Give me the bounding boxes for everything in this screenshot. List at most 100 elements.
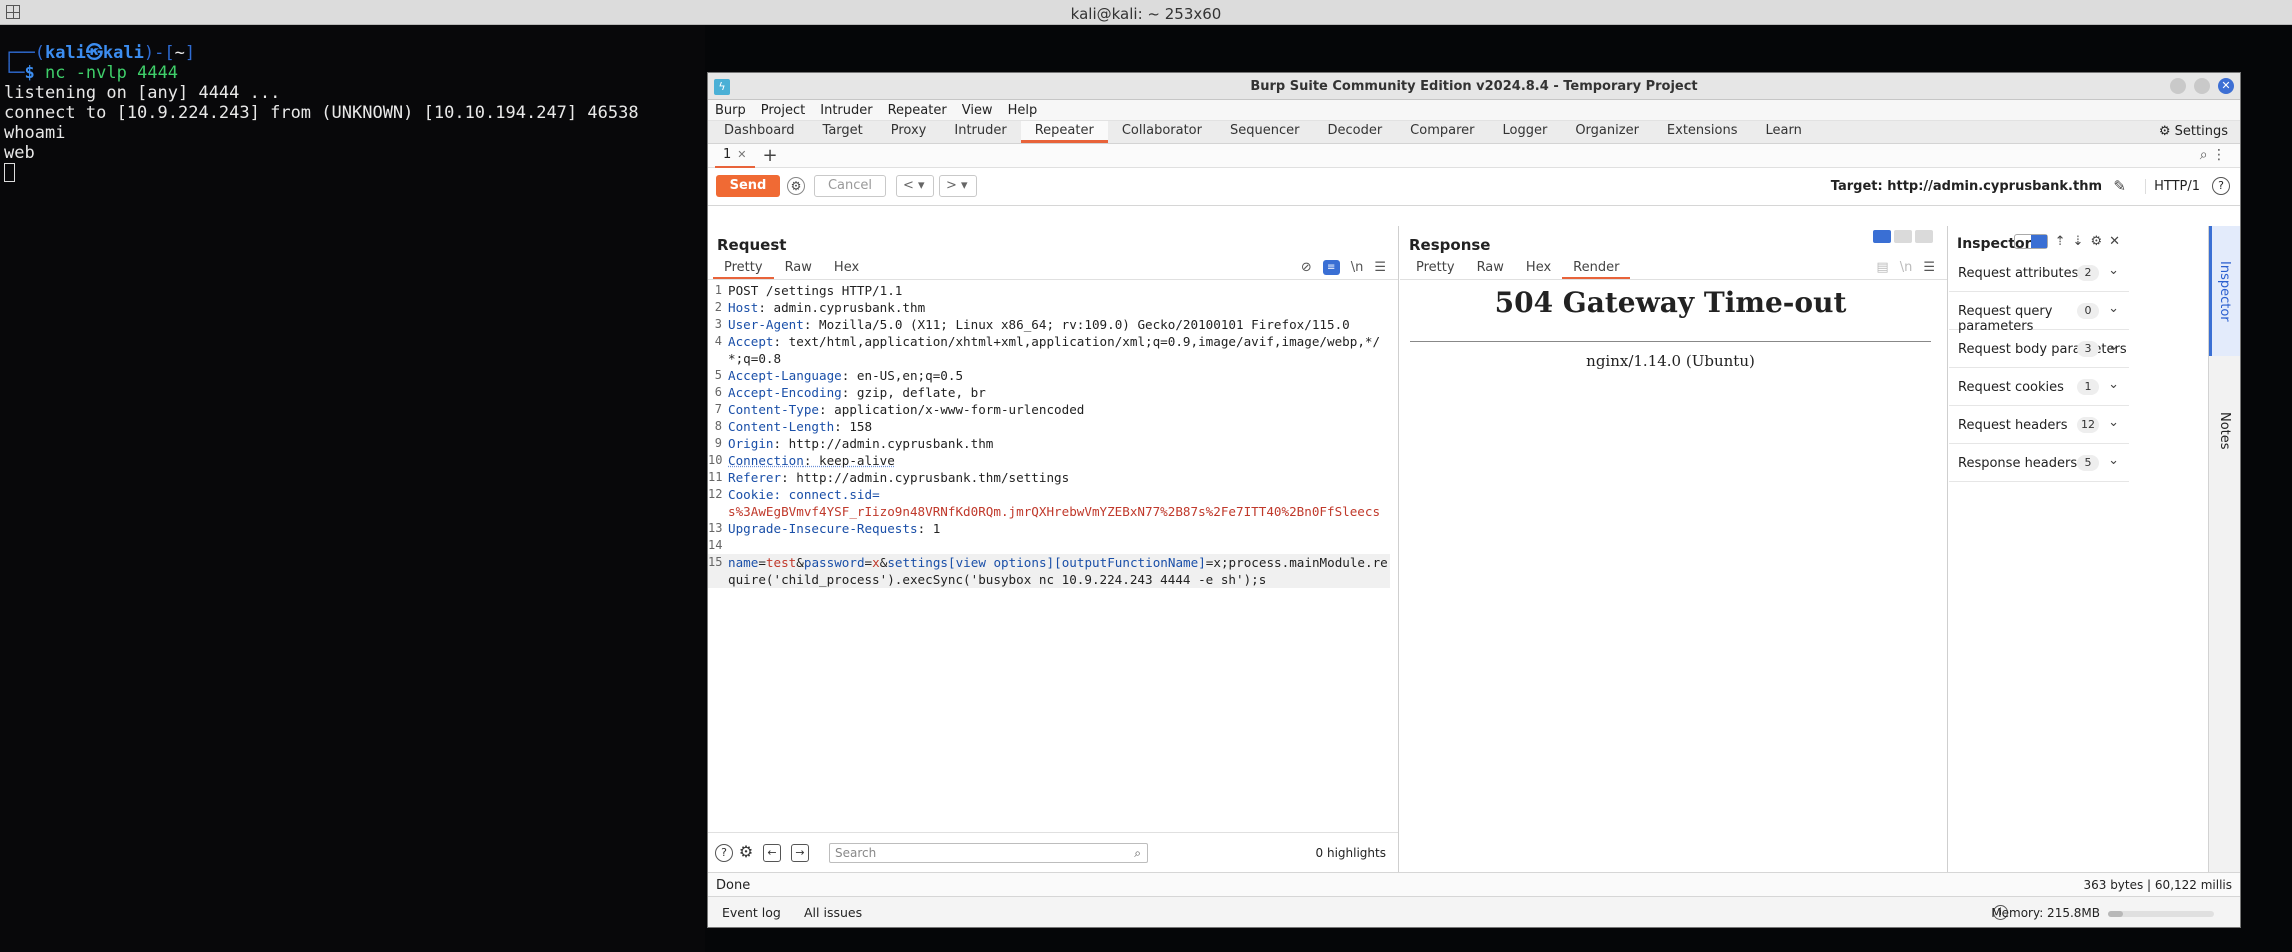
cookie-value: s%3AwEgBVmvf4YSF_rIizo9n48VRNfKd0RQm.jmr… <box>728 504 1381 519</box>
settings-button[interactable]: ⚙ Settings <box>2159 124 2228 139</box>
cancel-button[interactable]: Cancel <box>814 175 886 197</box>
chevron-down-icon: ⌄ <box>2108 263 2119 278</box>
tab-organizer[interactable]: Organizer <box>1561 121 1653 143</box>
tab-sequencer[interactable]: Sequencer <box>1216 121 1313 143</box>
all-issues-link[interactable]: All issues <box>804 905 862 920</box>
expand-all-icon[interactable]: ⇡ <box>2055 234 2066 249</box>
menu-icon[interactable]: ☰ <box>1374 260 1386 275</box>
menu-burp[interactable]: Burp <box>715 103 746 118</box>
gear-icon[interactable]: ⚙ <box>2090 234 2102 249</box>
terminal-cursor <box>4 163 15 182</box>
tab-collaborator[interactable]: Collaborator <box>1108 121 1216 143</box>
chevron-down-icon: ⌄ <box>2108 301 2119 316</box>
collapse-all-icon[interactable]: ⇣ <box>2073 234 2084 249</box>
inspector-row-query-parameters[interactable]: Request query parameters 0 ⌄ <box>1949 292 2129 334</box>
menu-intruder[interactable]: Intruder <box>820 103 872 118</box>
back-history-button[interactable]: < ▾ <box>896 175 934 197</box>
request-line: 6 Accept-Encoding: gzip, deflate, br <box>714 385 986 400</box>
close-icon[interactable]: ✕ <box>2109 234 2120 249</box>
tab-pretty[interactable]: Pretty <box>713 259 774 279</box>
search-input[interactable]: Search ⌕ <box>829 843 1148 863</box>
menu-project[interactable]: Project <box>761 103 805 118</box>
inspector-row-request-attributes[interactable]: Request attributes 2 ⌄ <box>1949 254 2129 292</box>
tab-raw[interactable]: Raw <box>774 259 823 279</box>
prompt-user: kali <box>44 43 86 63</box>
send-button[interactable]: Send <box>716 175 780 197</box>
memory-bar <box>2108 911 2214 917</box>
close-tab-icon[interactable]: ✕ <box>737 148 746 161</box>
tab-pretty[interactable]: Pretty <box>1405 259 1466 279</box>
request-panel: Request Pretty Raw Hex ⊘ ≡ \n ☰ 1 POST /s… <box>708 226 1399 872</box>
add-tab-icon[interactable]: + <box>763 145 778 166</box>
side-tab-inspector[interactable]: Inspector <box>2209 226 2240 356</box>
menu-help[interactable]: Help <box>1008 103 1038 118</box>
request-line: 1 POST /settings HTTP/1.1 <box>714 283 903 298</box>
response-view-tabs: Pretty Raw Hex Render <box>1405 259 1631 279</box>
gear-icon[interactable]: ⚙ <box>737 844 755 862</box>
tab-logger[interactable]: Logger <box>1489 121 1562 143</box>
back-arrow-icon[interactable]: ← <box>763 844 781 862</box>
repeater-tab-1[interactable]: 1 ✕ <box>715 144 755 168</box>
close-icon[interactable]: ✕ <box>2218 78 2234 94</box>
newline-icon: \n <box>1899 260 1913 275</box>
menu-icon[interactable]: ☰ <box>1923 260 1935 275</box>
wrap-lines-icon[interactable]: ≡ <box>1322 260 1340 275</box>
tab-intruder[interactable]: Intruder <box>940 121 1020 143</box>
side-tab-notes[interactable]: Notes <box>2209 376 2240 486</box>
http-version-label[interactable]: HTTP/1 <box>2145 179 2200 194</box>
highlights-count: 0 highlights <box>1315 846 1386 860</box>
help-icon[interactable]: ? <box>2212 177 2230 195</box>
tab-learn[interactable]: Learn <box>1752 121 1816 143</box>
menu-repeater[interactable]: Repeater <box>888 103 947 118</box>
side-tabs: Inspector Notes <box>2208 226 2240 872</box>
maximize-icon[interactable] <box>2194 78 2210 94</box>
terminal-title: kali@kali: ~ 253x60 <box>1070 5 1222 23</box>
inspector-controls: ⇡ ⇣ ⚙ ✕ <box>2013 234 2120 249</box>
forward-history-button[interactable]: > ▾ <box>939 175 977 197</box>
search-icon[interactable]: ⌕ ⋮ <box>2200 147 2226 163</box>
tab-target[interactable]: Target <box>809 121 877 143</box>
inspector-row-response-headers[interactable]: Response headers 5 ⌄ <box>1949 444 2129 482</box>
inspector-row-request-headers[interactable]: Request headers 12 ⌄ <box>1949 406 2129 444</box>
inspector-layout-toggle[interactable] <box>2013 234 2048 249</box>
tab-decoder[interactable]: Decoder <box>1313 121 1396 143</box>
tab-dashboard[interactable]: Dashboard <box>710 121 809 143</box>
menu-view[interactable]: View <box>962 103 993 118</box>
tab-raw[interactable]: Raw <box>1466 259 1515 279</box>
newline-icon[interactable]: \n <box>1351 260 1364 275</box>
tab-proxy[interactable]: Proxy <box>877 121 941 143</box>
help-icon[interactable]: ? <box>715 844 733 862</box>
tab-hex[interactable]: Hex <box>823 259 870 279</box>
tabs-layout-icon[interactable] <box>1915 230 1933 243</box>
edit-target-icon[interactable]: ✎ <box>2113 177 2126 195</box>
tab-extensions[interactable]: Extensions <box>1653 121 1752 143</box>
event-log-link[interactable]: Event log <box>722 905 781 920</box>
tab-hex[interactable]: Hex <box>1515 259 1562 279</box>
request-line: 12 Cookie: connect.sid= s%3AwEgBVmvf4YSF_r… <box>708 487 1381 519</box>
tab-comparer[interactable]: Comparer <box>1396 121 1488 143</box>
request-editor[interactable]: 1 POST /settings HTTP/1.1 2 Host: admin.cy… <box>708 282 1390 832</box>
response-view-options: ▤ \n ☰ <box>1876 260 1935 275</box>
send-settings-icon[interactable]: ⚙ <box>787 177 805 195</box>
request-body: name=test&password=x&settings[view optio… <box>728 555 1388 587</box>
split-vertical-icon[interactable] <box>1894 230 1912 243</box>
tab-repeater[interactable]: Repeater <box>1020 121 1108 143</box>
burp-title: Burp Suite Community Edition v2024.8.4 -… <box>1250 79 1698 94</box>
terminal-pane[interactable]: ┌──(kali㉿kali)-[~] └─$ nc -nvlp 4444 lis… <box>0 25 705 952</box>
request-line: 11 Referer: http://admin.cyprusbank.thm/s… <box>708 470 1070 485</box>
request-line: 13 Upgrade-Insecure-Requests: 1 <box>708 521 941 536</box>
forward-arrow-icon[interactable]: → <box>791 844 809 862</box>
terminal-cursor-line <box>0 163 705 183</box>
hide-nonprintable-icon[interactable]: ⊘ <box>1301 260 1312 275</box>
prompt-host: kali <box>102 43 144 63</box>
inspector-row-body-parameters[interactable]: Request body parameters 3 ⌄ <box>1949 330 2129 368</box>
wrap-lines-icon: ▤ <box>1876 260 1889 275</box>
split-horizontal-icon[interactable] <box>1873 230 1891 243</box>
response-server: nginx/1.14.0 (Ubuntu) <box>1586 352 1755 370</box>
tab-render[interactable]: Render <box>1562 259 1631 279</box>
request-line: 3 User-Agent: Mozilla/5.0 (X11; Linux x86… <box>714 317 1350 332</box>
minimize-icon[interactable] <box>2170 78 2186 94</box>
request-line: 14 <box>708 538 723 552</box>
terminal-output-line: web <box>4 143 35 163</box>
inspector-row-cookies[interactable]: Request cookies 1 ⌄ <box>1949 368 2129 406</box>
